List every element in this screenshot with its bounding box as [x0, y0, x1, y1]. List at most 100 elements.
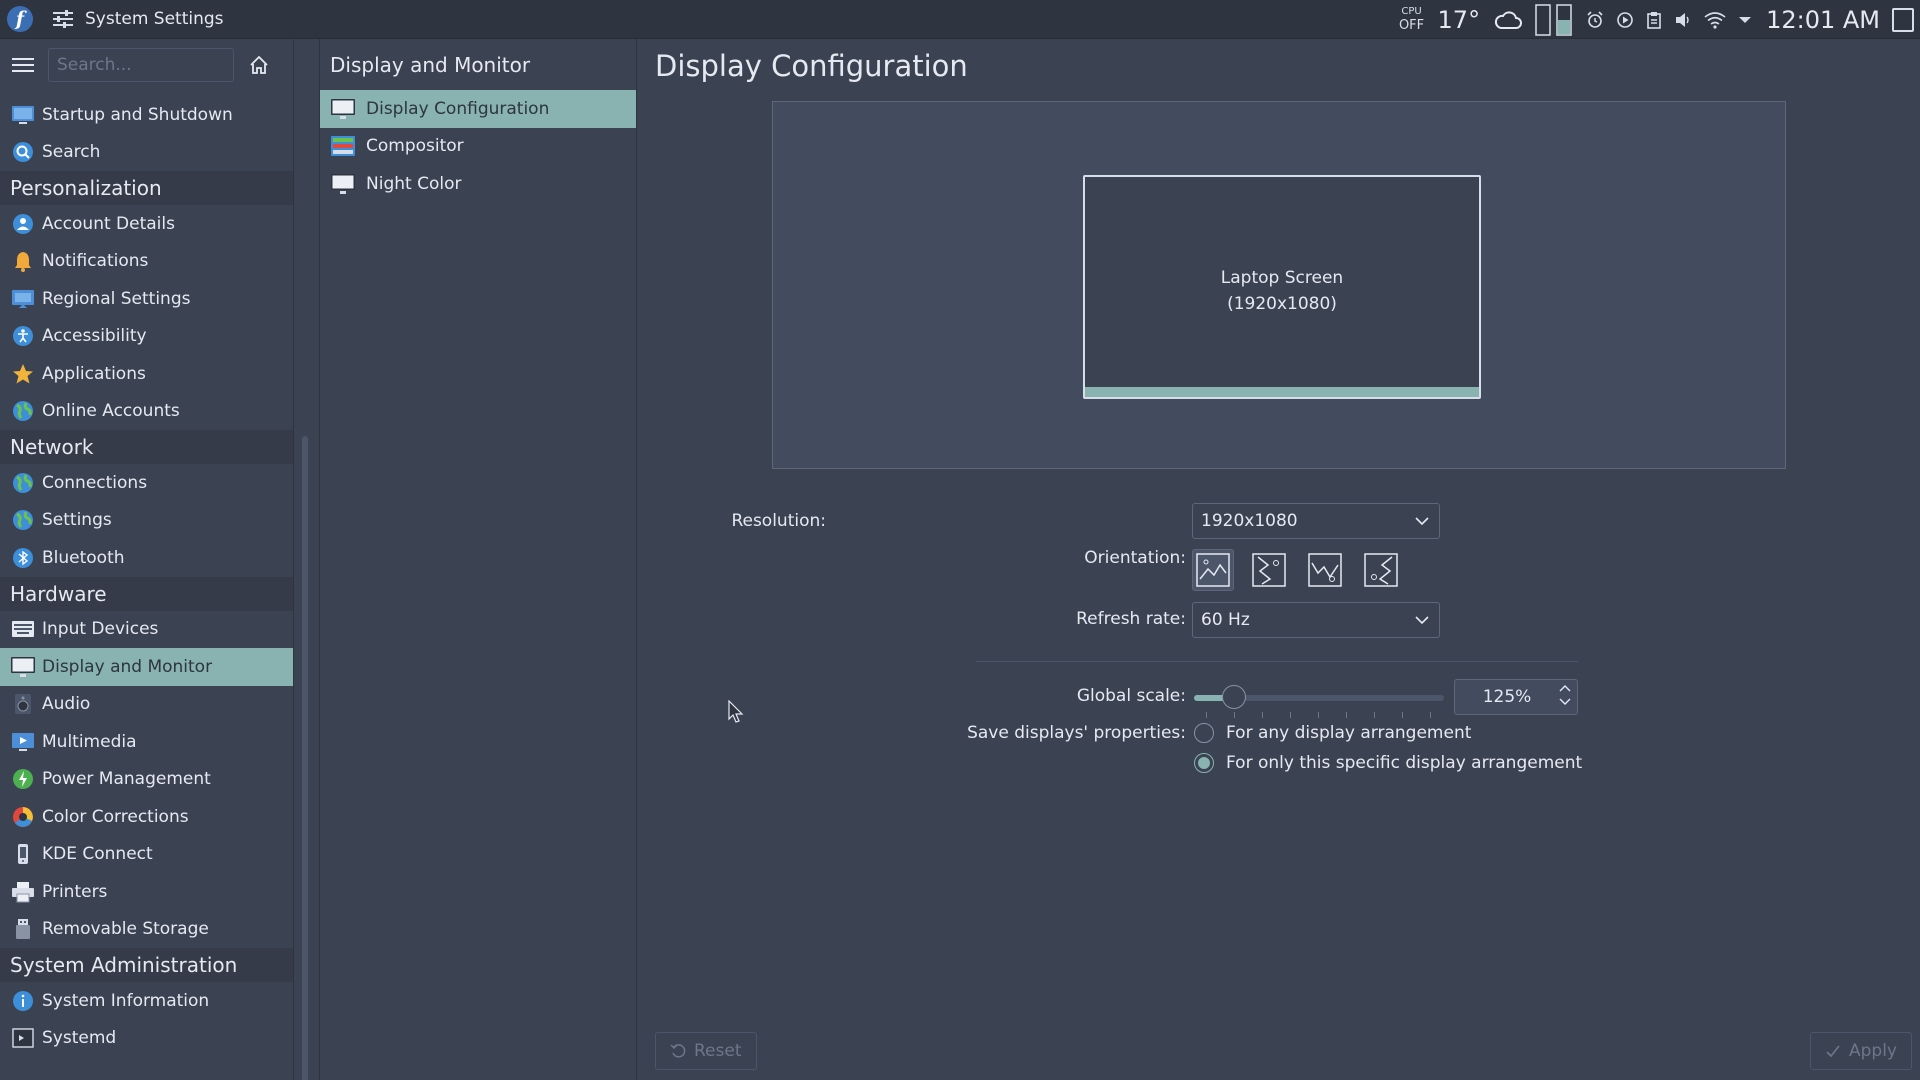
resolution-value: 1920x1080: [1201, 511, 1298, 531]
keyboard-icon: [10, 617, 36, 641]
clock[interactable]: 12:01 AM: [1766, 6, 1880, 34]
sidebar-item-label: Removable Storage: [42, 919, 209, 940]
orientation-landscape-button[interactable]: [1192, 549, 1234, 591]
temperature-reading[interactable]: 17°: [1438, 6, 1481, 34]
radio-button[interactable]: [1194, 753, 1214, 773]
alarm-icon[interactable]: [1586, 10, 1604, 29]
sidebar-item-label: Notifications: [42, 251, 149, 272]
sidebar-item-label: Accessibility: [42, 326, 147, 347]
sidebar-item-power-management[interactable]: Power Management: [0, 761, 293, 799]
regional-icon: [10, 287, 36, 311]
sidebar-item-applications[interactable]: Applications: [0, 355, 293, 393]
sidebar-item-accessibility[interactable]: Accessibility: [0, 318, 293, 356]
cpu-widget[interactable]: CPU OFF: [1396, 7, 1428, 33]
monitor-label: Laptop Screen (1920x1080): [1085, 265, 1479, 317]
resolution-label: Resolution:: [731, 511, 826, 531]
window-title[interactable]: System Settings: [85, 9, 224, 29]
top-panel: f System Settings CPU OFF 17° 12:01 AM: [0, 0, 1920, 39]
sidebar-item-display-and-monitor[interactable]: Display and Monitor: [0, 648, 293, 686]
refresh-rate-label: Refresh rate:: [1076, 609, 1186, 629]
sidebar-item-connections[interactable]: Connections: [0, 464, 293, 502]
sidebar-item-system-information[interactable]: System Information: [0, 982, 293, 1020]
search-input[interactable]: [48, 47, 234, 82]
media-player-icon[interactable]: [1616, 11, 1634, 29]
subcategory-item-night-color[interactable]: Night Color: [320, 165, 636, 203]
apply-label: Apply: [1849, 1041, 1897, 1061]
scale-spinbox[interactable]: 125%: [1454, 679, 1578, 715]
home-icon[interactable]: [248, 54, 270, 76]
radio-specific-arrangement[interactable]: For only this specific display arrangeme…: [1194, 753, 1582, 773]
cloud-icon[interactable]: [1494, 10, 1523, 30]
subcategory-item-display-configuration[interactable]: Display Configuration: [320, 90, 636, 128]
rotate-right-icon: [1364, 553, 1398, 587]
display-arrangement-view[interactable]: Laptop Screen (1920x1080): [772, 101, 1786, 469]
system-settings-icon[interactable]: [51, 8, 75, 30]
sidebar-item-settings[interactable]: Settings: [0, 502, 293, 540]
reset-button[interactable]: Reset: [655, 1032, 757, 1070]
subcategory-item-compositor[interactable]: Compositor: [320, 128, 636, 166]
radio-any-arrangement[interactable]: For any display arrangement: [1194, 723, 1471, 743]
global-scale-slider[interactable]: [1194, 685, 1444, 709]
sidebar-item-label: Input Devices: [42, 619, 159, 640]
clipboard-icon[interactable]: [1646, 11, 1662, 29]
sidebar-item-notifications[interactable]: Notifications: [0, 243, 293, 281]
monitor-resolution: (1920x1080): [1227, 294, 1337, 314]
subcategory-panel: Display and Monitor Display Configuratio…: [319, 39, 637, 1080]
sidebar-item-online-accounts[interactable]: Online Accounts: [0, 393, 293, 431]
subcategory-title: Display and Monitor: [330, 52, 531, 77]
sidebar-item-label: Startup and Shutdown: [42, 104, 233, 125]
color-wheel-icon: [10, 805, 36, 829]
chevron-up-icon[interactable]: [1559, 684, 1571, 693]
sidebar-item-multimedia[interactable]: Multimedia: [0, 723, 293, 761]
sidebar-scrollbar[interactable]: [302, 436, 308, 1080]
power-icon: [10, 767, 36, 791]
section-divider: [976, 661, 1578, 662]
info-icon: [10, 989, 36, 1013]
sidebar-item-label: Regional Settings: [42, 288, 191, 309]
show-desktop-icon[interactable]: [1892, 7, 1914, 32]
sidebar-item-label: Online Accounts: [42, 401, 180, 422]
sidebar-item-kde-connect[interactable]: KDE Connect: [0, 836, 293, 874]
fedora-logo-icon[interactable]: f: [7, 6, 33, 32]
tray-expand-icon[interactable]: [1738, 15, 1752, 25]
monitor-output[interactable]: Laptop Screen (1920x1080): [1083, 175, 1481, 399]
sidebar-item-account-details[interactable]: Account Details: [0, 205, 293, 243]
orientation-portrait-left-button[interactable]: [1248, 549, 1290, 591]
radio-button[interactable]: [1194, 723, 1214, 743]
sidebar-item-printers[interactable]: Printers: [0, 873, 293, 911]
sidebar-item-search[interactable]: Search: [0, 134, 293, 172]
orientation-portrait-right-button[interactable]: [1360, 549, 1402, 591]
sidebar-item-label: Bluetooth: [42, 547, 125, 568]
hamburger-menu-icon[interactable]: [12, 57, 34, 72]
sidebar-item-systemd[interactable]: Systemd: [0, 1020, 293, 1058]
sidebar-item-removable-storage[interactable]: Removable Storage: [0, 911, 293, 949]
search-icon: [10, 140, 36, 164]
radio-label: For only this specific display arrangeme…: [1226, 753, 1583, 773]
sidebar-item-startup-and-shutdown[interactable]: Startup and Shutdown: [0, 96, 293, 134]
chevron-down-icon: [1415, 517, 1429, 526]
sidebar: Startup and Shutdown Search Personalizatio…: [0, 39, 308, 1080]
sidebar-item-regional-settings[interactable]: Regional Settings: [0, 280, 293, 318]
subcategory-list: Display Configuration Compositor Night Col…: [320, 90, 636, 203]
sidebar-item-color-corrections[interactable]: Color Corrections: [0, 798, 293, 836]
startup-icon: [10, 103, 36, 127]
sidebar-item-audio[interactable]: Audio: [0, 686, 293, 724]
volume-icon[interactable]: [1674, 11, 1692, 29]
bluetooth-icon: [10, 546, 36, 570]
spin-arrows: [1559, 684, 1571, 706]
pager-icon[interactable]: [1534, 3, 1574, 36]
subcategory-item-label: Compositor: [366, 136, 464, 157]
apply-button[interactable]: Apply: [1810, 1032, 1912, 1070]
refresh-rate-combobox[interactable]: 60 Hz: [1192, 602, 1440, 638]
sidebar-item-bluetooth[interactable]: Bluetooth: [0, 539, 293, 577]
slider-handle[interactable]: [1222, 685, 1246, 709]
phone-icon: [10, 842, 36, 866]
accessibility-icon: [10, 324, 36, 348]
resolution-combobox[interactable]: 1920x1080: [1192, 503, 1440, 539]
radio-label: For any display arrangement: [1226, 723, 1472, 743]
slider-tick: [1318, 712, 1319, 718]
orientation-flipped-button[interactable]: [1304, 549, 1346, 591]
sidebar-item-input-devices[interactable]: Input Devices: [0, 611, 293, 649]
wifi-icon[interactable]: [1704, 11, 1726, 29]
chevron-down-icon[interactable]: [1559, 697, 1571, 706]
